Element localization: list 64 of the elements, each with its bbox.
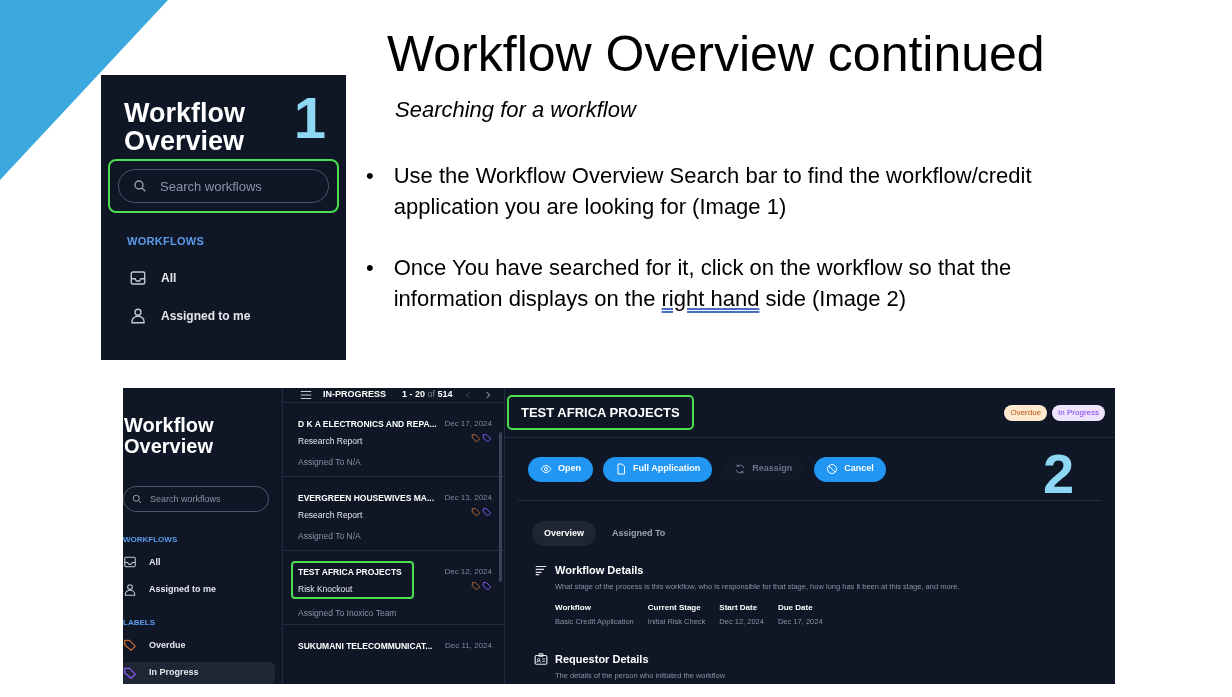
list-title: IN-PROGRESS (323, 388, 386, 402)
field-label: Due Date (777, 601, 814, 614)
item-assignee: Assigned To Inoxico Team (298, 606, 398, 620)
bullet-text: Once You have searched for it, click on the workflow so that the information displays on the right hand side (Image 2) (393, 254, 1013, 313)
status-badge: In Progress (1052, 404, 1105, 421)
step-number: 2 (1043, 446, 1075, 502)
section-title: Workflow Details (555, 563, 644, 578)
nav-item[interactable]: Assigned to me (123, 578, 275, 601)
item-type: Risk Knockout (298, 582, 354, 596)
ban-icon (826, 463, 839, 475)
item-assignee: Assigned To N/A (298, 529, 362, 543)
document-icon (615, 463, 627, 475)
item-title: EVERGREEN HOUSEWIVES MA... (298, 492, 435, 505)
item-type: Research Report (298, 434, 364, 448)
eye-icon (540, 463, 552, 475)
item-date: Dec 11, 2024 (445, 640, 492, 652)
list-item[interactable]: TEST AFRICA PROJECTS Risk Knockout Dec 12, 2024 Assigned To Inoxico Team (283, 551, 504, 625)
slide-subtitle: Searching for a workflow (395, 96, 636, 124)
search-field[interactable]: Search workflows (123, 486, 269, 512)
section-heading: LABELS (123, 617, 156, 629)
item-date: Dec 17, 2024 (444, 418, 492, 430)
field-label: Current Stage (647, 601, 702, 614)
item-title: SUKUMANI TELECOMMUNICAT... (298, 640, 433, 653)
refresh-icon (734, 463, 747, 475)
id-card-icon (534, 652, 548, 667)
section-heading: WORKFLOWS (126, 234, 205, 249)
bullet-mark: • (366, 162, 374, 190)
status-badge: Overdue (1004, 404, 1048, 421)
nav-item[interactable]: Overdue (123, 634, 275, 657)
nav-item[interactable]: All (101, 267, 346, 288)
nav-item[interactable]: Assigned to me (101, 305, 346, 326)
section-title: Requestor Details (555, 652, 649, 667)
bullet-text: Use the Workflow Overview Search bar to find the workflow/credit application you are looking for (Image 1) (393, 162, 1033, 221)
step-number: 1 (293, 89, 326, 147)
bullet-mark: • (366, 254, 374, 282)
item-title: D K A ELECTRONICS AND REPA... (298, 418, 437, 431)
person-icon (129, 306, 147, 325)
page-range: 1 - 20 of 514 (402, 388, 453, 402)
item-assignee: Assigned To N/A (298, 455, 362, 469)
section-heading: WORKFLOWS (123, 534, 179, 546)
tab[interactable]: Assigned To (600, 521, 678, 546)
tab[interactable]: Overview (532, 521, 597, 546)
person-icon (123, 582, 137, 597)
list-item[interactable]: SUKUMANI TELECOMMUNICAT... Dec 11, 2024 (283, 625, 504, 684)
field-label: Workflow (555, 601, 592, 614)
inbox-icon (123, 555, 137, 570)
field-label: Start Date (719, 601, 759, 614)
lines-icon (534, 563, 548, 578)
item-type: Research Report (298, 508, 364, 522)
inbox-icon (129, 268, 147, 287)
app-title: Workflow Overview (123, 415, 215, 457)
detail-title: TEST AFRICA PROJECTS (507, 394, 694, 431)
search-icon (131, 493, 143, 505)
nav-item[interactable]: All (123, 551, 275, 574)
search-icon (132, 178, 148, 194)
item-date: Dec 12, 2024 (444, 566, 492, 578)
item-title: TEST AFRICA PROJECTS (298, 566, 402, 579)
search-field[interactable]: Search workflows (118, 169, 329, 203)
nav-item[interactable]: In Progress (123, 661, 275, 684)
slide-title: Workflow Overview continued (387, 25, 1045, 84)
item-date: Dec 13, 2024 (444, 492, 492, 504)
app-title: Workflow Overview (124, 97, 246, 155)
menu-icon (299, 388, 313, 402)
scrollbar[interactable] (499, 432, 502, 582)
